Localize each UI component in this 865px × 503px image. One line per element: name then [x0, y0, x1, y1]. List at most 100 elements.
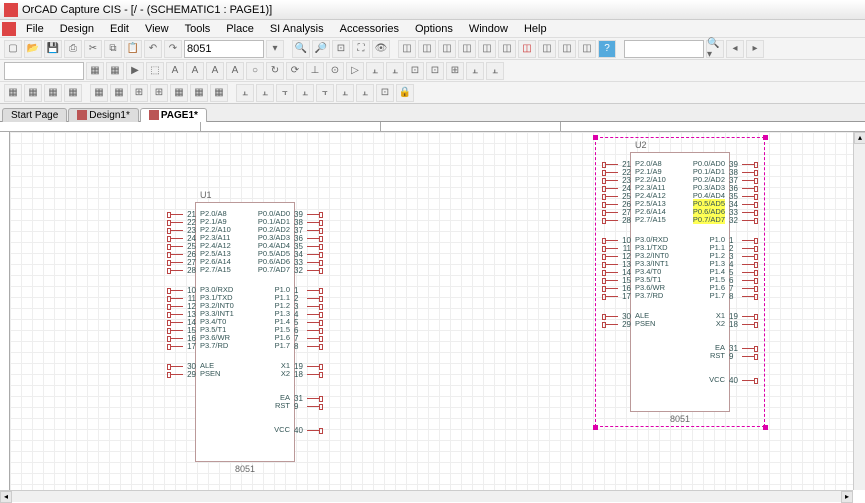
t4-icon[interactable]: ◫	[458, 40, 476, 58]
menu-si-analysis[interactable]: SI Analysis	[262, 23, 332, 35]
menu-design[interactable]: Design	[52, 23, 102, 35]
zoom-area-icon[interactable]: ⊡	[332, 40, 350, 58]
scroll-left-icon[interactable]: ◂	[0, 491, 12, 503]
t6-icon[interactable]: ◫	[498, 40, 516, 58]
tab-design1[interactable]: Design1*	[68, 108, 139, 122]
p1-icon[interactable]: ▦	[86, 62, 104, 80]
p18-icon[interactable]: ⊡	[426, 62, 444, 80]
schematic-canvas[interactable]: P2.0/A8P2.1/A9P2.2/A10P2.3/A11P2.4/A12P2…	[10, 132, 853, 490]
scroll-up-icon[interactable]: ▴	[854, 132, 865, 144]
lock-icon[interactable]: 🔒	[396, 84, 414, 102]
next-icon[interactable]: ▸	[746, 40, 764, 58]
search-combo[interactable]	[624, 40, 704, 58]
q19-icon[interactable]: ⊡	[376, 84, 394, 102]
p14-icon[interactable]: ▷	[346, 62, 364, 80]
cut-icon[interactable]: ✂	[84, 40, 102, 58]
p4-icon[interactable]: ⬚	[146, 62, 164, 80]
q12-icon[interactable]: ⫠	[236, 84, 254, 102]
q15-icon[interactable]: ⫠	[296, 84, 314, 102]
selection-handle[interactable]	[763, 135, 768, 140]
zoom-fit-icon[interactable]: ⛶	[352, 40, 370, 58]
q14-icon[interactable]: ⫟	[276, 84, 294, 102]
q2-icon[interactable]: ▦	[24, 84, 42, 102]
selection-handle[interactable]	[593, 425, 598, 430]
p12-icon[interactable]: ⊥	[306, 62, 324, 80]
t5-icon[interactable]: ◫	[478, 40, 496, 58]
p10-icon[interactable]: ↻	[266, 62, 284, 80]
t3-icon[interactable]: ◫	[438, 40, 456, 58]
pin-8[interactable]: 8	[293, 342, 323, 351]
q3-icon[interactable]: ▦	[44, 84, 62, 102]
selection-handle[interactable]	[763, 425, 768, 430]
selection-handle[interactable]	[593, 135, 598, 140]
q9-icon[interactable]: ▦	[170, 84, 188, 102]
p20-icon[interactable]: ⫠	[466, 62, 484, 80]
t7-icon[interactable]: ◫	[518, 40, 536, 58]
layer-combo[interactable]	[4, 62, 84, 80]
q17-icon[interactable]: ⫠	[336, 84, 354, 102]
selection-box[interactable]	[595, 137, 765, 427]
p7-icon[interactable]: A	[206, 62, 224, 80]
menu-help[interactable]: Help	[516, 23, 555, 35]
prev-icon[interactable]: ◂	[726, 40, 744, 58]
p3-icon[interactable]: ▶	[126, 62, 144, 80]
p11-icon[interactable]: ⟳	[286, 62, 304, 80]
t2-icon[interactable]: ◫	[418, 40, 436, 58]
new-icon[interactable]: ▢	[4, 40, 22, 58]
q1-icon[interactable]: ▦	[4, 84, 22, 102]
p5-icon[interactable]: A	[166, 62, 184, 80]
q18-icon[interactable]: ⫠	[356, 84, 374, 102]
t1-icon[interactable]: ◫	[398, 40, 416, 58]
undo-icon[interactable]: ↶	[144, 40, 162, 58]
save-icon[interactable]: 💾	[44, 40, 62, 58]
scrollbar-vertical[interactable]: ▴	[853, 132, 865, 490]
q16-icon[interactable]: ⫟	[316, 84, 334, 102]
p15-icon[interactable]: ⫠	[366, 62, 384, 80]
scroll-right-icon[interactable]: ▸	[841, 491, 853, 503]
p9-icon[interactable]: ○	[246, 62, 264, 80]
pin-32[interactable]: 32	[293, 266, 323, 275]
redo-icon[interactable]: ↷	[164, 40, 182, 58]
p19-icon[interactable]: ⊞	[446, 62, 464, 80]
q6-icon[interactable]: ▦	[110, 84, 128, 102]
menu-place[interactable]: Place	[218, 23, 262, 35]
p16-icon[interactable]: ⫠	[386, 62, 404, 80]
q4-icon[interactable]: ▦	[64, 84, 82, 102]
paste-icon[interactable]: 📋	[124, 40, 142, 58]
q5-icon[interactable]: ▦	[90, 84, 108, 102]
p13-icon[interactable]: ⊙	[326, 62, 344, 80]
scrollbar-horizontal[interactable]: ◂ ▸	[0, 490, 853, 502]
p17-icon[interactable]: ⊡	[406, 62, 424, 80]
menu-view[interactable]: View	[137, 23, 177, 35]
q11-icon[interactable]: ▦	[210, 84, 228, 102]
combo-dd-icon[interactable]: ▾	[266, 40, 284, 58]
menu-accessories[interactable]: Accessories	[332, 23, 407, 35]
pin-18[interactable]: 18	[293, 370, 323, 379]
open-icon[interactable]: 📂	[24, 40, 42, 58]
q7-icon[interactable]: ⊞	[130, 84, 148, 102]
pin-29[interactable]: 29	[167, 370, 197, 379]
menu-file[interactable]: File	[18, 23, 52, 35]
pin-40[interactable]: 40	[293, 426, 323, 435]
p6-icon[interactable]: A	[186, 62, 204, 80]
zoom-in-icon[interactable]: 🔍	[292, 40, 310, 58]
q10-icon[interactable]: ▦	[190, 84, 208, 102]
pin-17[interactable]: 17	[167, 342, 197, 351]
print-icon[interactable]: ⎙	[64, 40, 82, 58]
component-u1[interactable]: P2.0/A8P2.1/A9P2.2/A10P2.3/A11P2.4/A12P2…	[195, 202, 295, 462]
t9-icon[interactable]: ◫	[558, 40, 576, 58]
q13-icon[interactable]: ⫠	[256, 84, 274, 102]
t8-icon[interactable]: ◫	[538, 40, 556, 58]
menu-tools[interactable]: Tools	[177, 23, 219, 35]
menu-window[interactable]: Window	[461, 23, 516, 35]
help-icon[interactable]: ?	[598, 40, 616, 58]
t10-icon[interactable]: ◫	[578, 40, 596, 58]
q8-icon[interactable]: ⊞	[150, 84, 168, 102]
zoom-out-icon[interactable]: 🔎	[312, 40, 330, 58]
find-icon[interactable]: 🔍▾	[706, 40, 724, 58]
p8-icon[interactable]: A	[226, 62, 244, 80]
p21-icon[interactable]: ⫠	[486, 62, 504, 80]
eye-icon[interactable]: 👁	[372, 40, 390, 58]
copy-icon[interactable]: ⧉	[104, 40, 122, 58]
pin-9[interactable]: 9	[293, 402, 323, 411]
